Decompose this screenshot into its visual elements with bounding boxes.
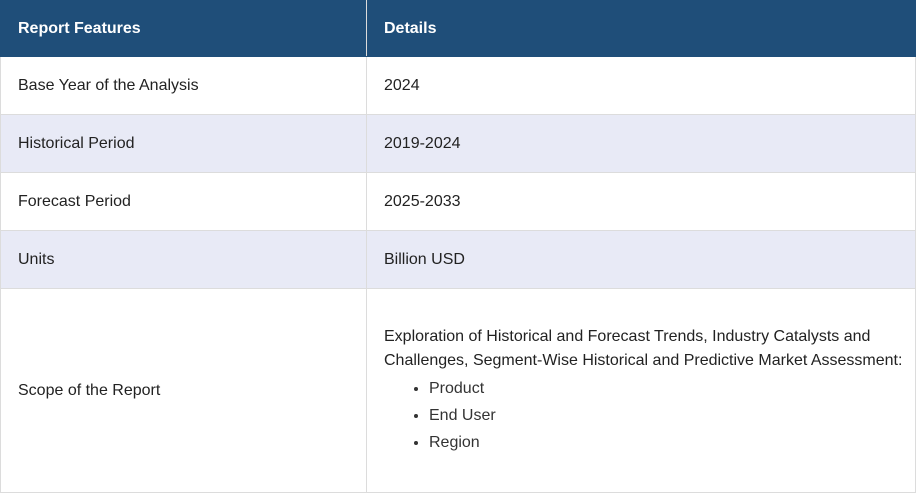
table-row-scope: Scope of the Report Exploration of Histo… xyxy=(0,288,916,493)
feature-cell: Units xyxy=(0,230,367,289)
list-item: Product xyxy=(429,375,903,402)
scope-list: Product End User Region xyxy=(384,375,903,456)
table-header-row: Report Features Details xyxy=(0,0,916,57)
header-details: Details xyxy=(366,0,916,57)
table-row: Historical Period 2019-2024 xyxy=(0,114,916,173)
detail-cell: 2019-2024 xyxy=(366,114,916,173)
report-features-table: Report Features Details Base Year of the… xyxy=(0,0,916,493)
table-row: Forecast Period 2025-2033 xyxy=(0,172,916,231)
table-row: Units Billion USD xyxy=(0,230,916,289)
scope-detail-cell: Exploration of Historical and Forecast T… xyxy=(366,288,916,493)
list-item: Region xyxy=(429,429,903,456)
detail-cell: 2025-2033 xyxy=(366,172,916,231)
feature-cell: Historical Period xyxy=(0,114,367,173)
detail-cell: 2024 xyxy=(366,56,916,115)
detail-cell: Billion USD xyxy=(366,230,916,289)
list-item: End User xyxy=(429,402,903,429)
scope-description: Exploration of Historical and Forecast T… xyxy=(384,328,903,369)
feature-cell: Scope of the Report xyxy=(0,288,367,493)
feature-cell: Forecast Period xyxy=(0,172,367,231)
table-row: Base Year of the Analysis 2024 xyxy=(0,56,916,115)
feature-cell: Base Year of the Analysis xyxy=(0,56,367,115)
header-report-features: Report Features xyxy=(0,0,367,57)
